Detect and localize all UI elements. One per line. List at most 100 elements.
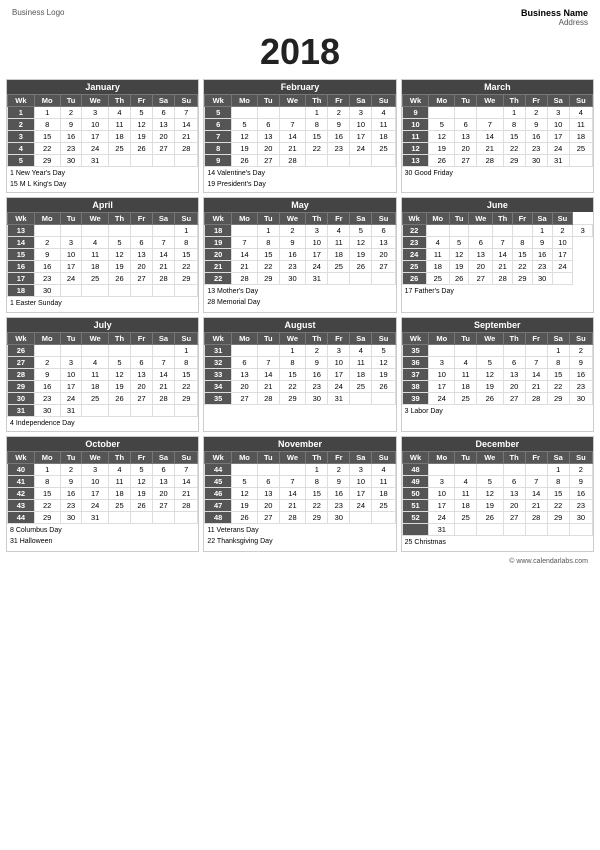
calendar-day: 27 [131,273,153,285]
calendar-day: 6 [257,476,279,488]
calendar-day [82,285,108,297]
business-name: Business Name [521,8,588,18]
calendar-day: 29 [34,155,60,167]
col-header-tu: Tu [455,332,477,344]
calendar-day: 2 [328,107,350,119]
calendar-day [503,344,525,356]
calendar-day: 14 [152,249,174,261]
calendar-day: 13 [503,368,525,380]
calendar-day [552,273,573,285]
calendar-day: 7 [152,356,174,368]
calendar-day: 25 [426,273,449,285]
calendar-day: 22 [547,380,569,392]
week-number: 22 [205,273,232,285]
week-number: 45 [205,476,232,488]
col-header-th: Th [108,332,130,344]
calendar-day: 21 [232,261,258,273]
calendar-day [455,107,477,119]
calendar-day: 5 [429,119,455,131]
calendar-day [328,155,350,167]
month-block-june: JuneWkMoTuWeThFrSaSu22123234567891024111… [401,197,594,313]
calendar-day [108,285,130,297]
calendar-day: 25 [108,143,130,155]
calendar-day: 23 [328,500,350,512]
col-header-we: We [469,213,493,225]
calendar-day: 11 [569,119,592,131]
calendar-day: 16 [34,261,60,273]
col-header-mo: Mo [232,332,258,344]
calendar-day [232,225,258,237]
week-number: 4 [8,143,35,155]
calendar-day: 20 [372,249,395,261]
year-title: 2018 [0,29,600,79]
week-number: 20 [205,249,232,261]
calendar-day: 21 [152,261,174,273]
calendar-day: 20 [469,261,493,273]
col-header-fr: Fr [525,452,547,464]
calendar-day: 23 [60,143,82,155]
col-header-tu: Tu [449,213,469,225]
calendar-day [175,155,198,167]
calendar-day: 14 [152,368,174,380]
calendar-day: 27 [455,155,477,167]
col-header-fr: Fr [131,332,153,344]
business-address: Address [521,18,588,27]
week-number: 3 [8,131,35,143]
calendar-day: 18 [455,380,477,392]
col-header-su: Su [569,95,592,107]
week-number: 23 [402,237,426,249]
calendar-day: 15 [34,488,60,500]
calendar-day: 15 [306,488,328,500]
calendar-day: 24 [429,392,455,404]
calendar-day: 26 [477,512,503,524]
week-number: 34 [205,380,232,392]
calendar-day: 9 [60,119,82,131]
calendar-day: 31 [82,512,108,524]
month-title: June [402,198,593,212]
calendar-day: 7 [232,237,258,249]
calendar-day: 6 [131,356,153,368]
calendar-day: 5 [108,237,130,249]
calendar-day: 17 [429,380,455,392]
calendar-day: 5 [131,464,153,476]
month-block-march: MarchWkMoTuWeThFrSaSu9123410567891011111… [401,79,594,193]
calendar-day [108,344,130,356]
calendar-day: 25 [455,392,477,404]
week-number: 9 [402,107,429,119]
col-header-th: Th [493,213,513,225]
calendar-day: 24 [82,500,108,512]
calendar-day: 17 [350,131,372,143]
calendar-day [525,344,547,356]
calendar-day: 20 [503,380,525,392]
month-title: March [402,80,593,94]
col-header-we: We [279,452,305,464]
calendar-day: 2 [60,464,82,476]
calendar-table: WkMoTuWeThFrSaSu481249345678950101112131… [402,451,593,536]
calendars-grid: JanuaryWkMoTuWeThFrSaSu11234567289101112… [0,79,600,556]
week-number: 5 [8,155,35,167]
calendar-day: 7 [493,237,513,249]
calendar-day: 4 [108,464,130,476]
calendar-day: 19 [449,261,469,273]
calendar-day: 17 [306,249,328,261]
col-header-wk: Wk [205,213,232,225]
calendar-day: 18 [372,131,395,143]
calendar-day: 7 [477,119,503,131]
calendar-day: 5 [449,237,469,249]
calendar-day: 4 [569,107,592,119]
calendar-day: 5 [477,356,503,368]
calendar-day: 12 [372,356,395,368]
calendar-day [513,225,533,237]
calendar-day: 5 [372,344,395,356]
col-header-we: We [279,95,305,107]
calendar-day: 3 [547,107,569,119]
calendar-day: 28 [525,392,547,404]
calendar-day [525,464,547,476]
col-header-wk: Wk [402,213,426,225]
calendar-day: 24 [306,261,328,273]
calendar-day: 18 [108,488,130,500]
holiday-item: 15 M L King's Day [10,180,195,191]
calendar-day: 13 [232,368,258,380]
calendar-day: 9 [306,356,328,368]
col-header-sa: Sa [547,452,569,464]
